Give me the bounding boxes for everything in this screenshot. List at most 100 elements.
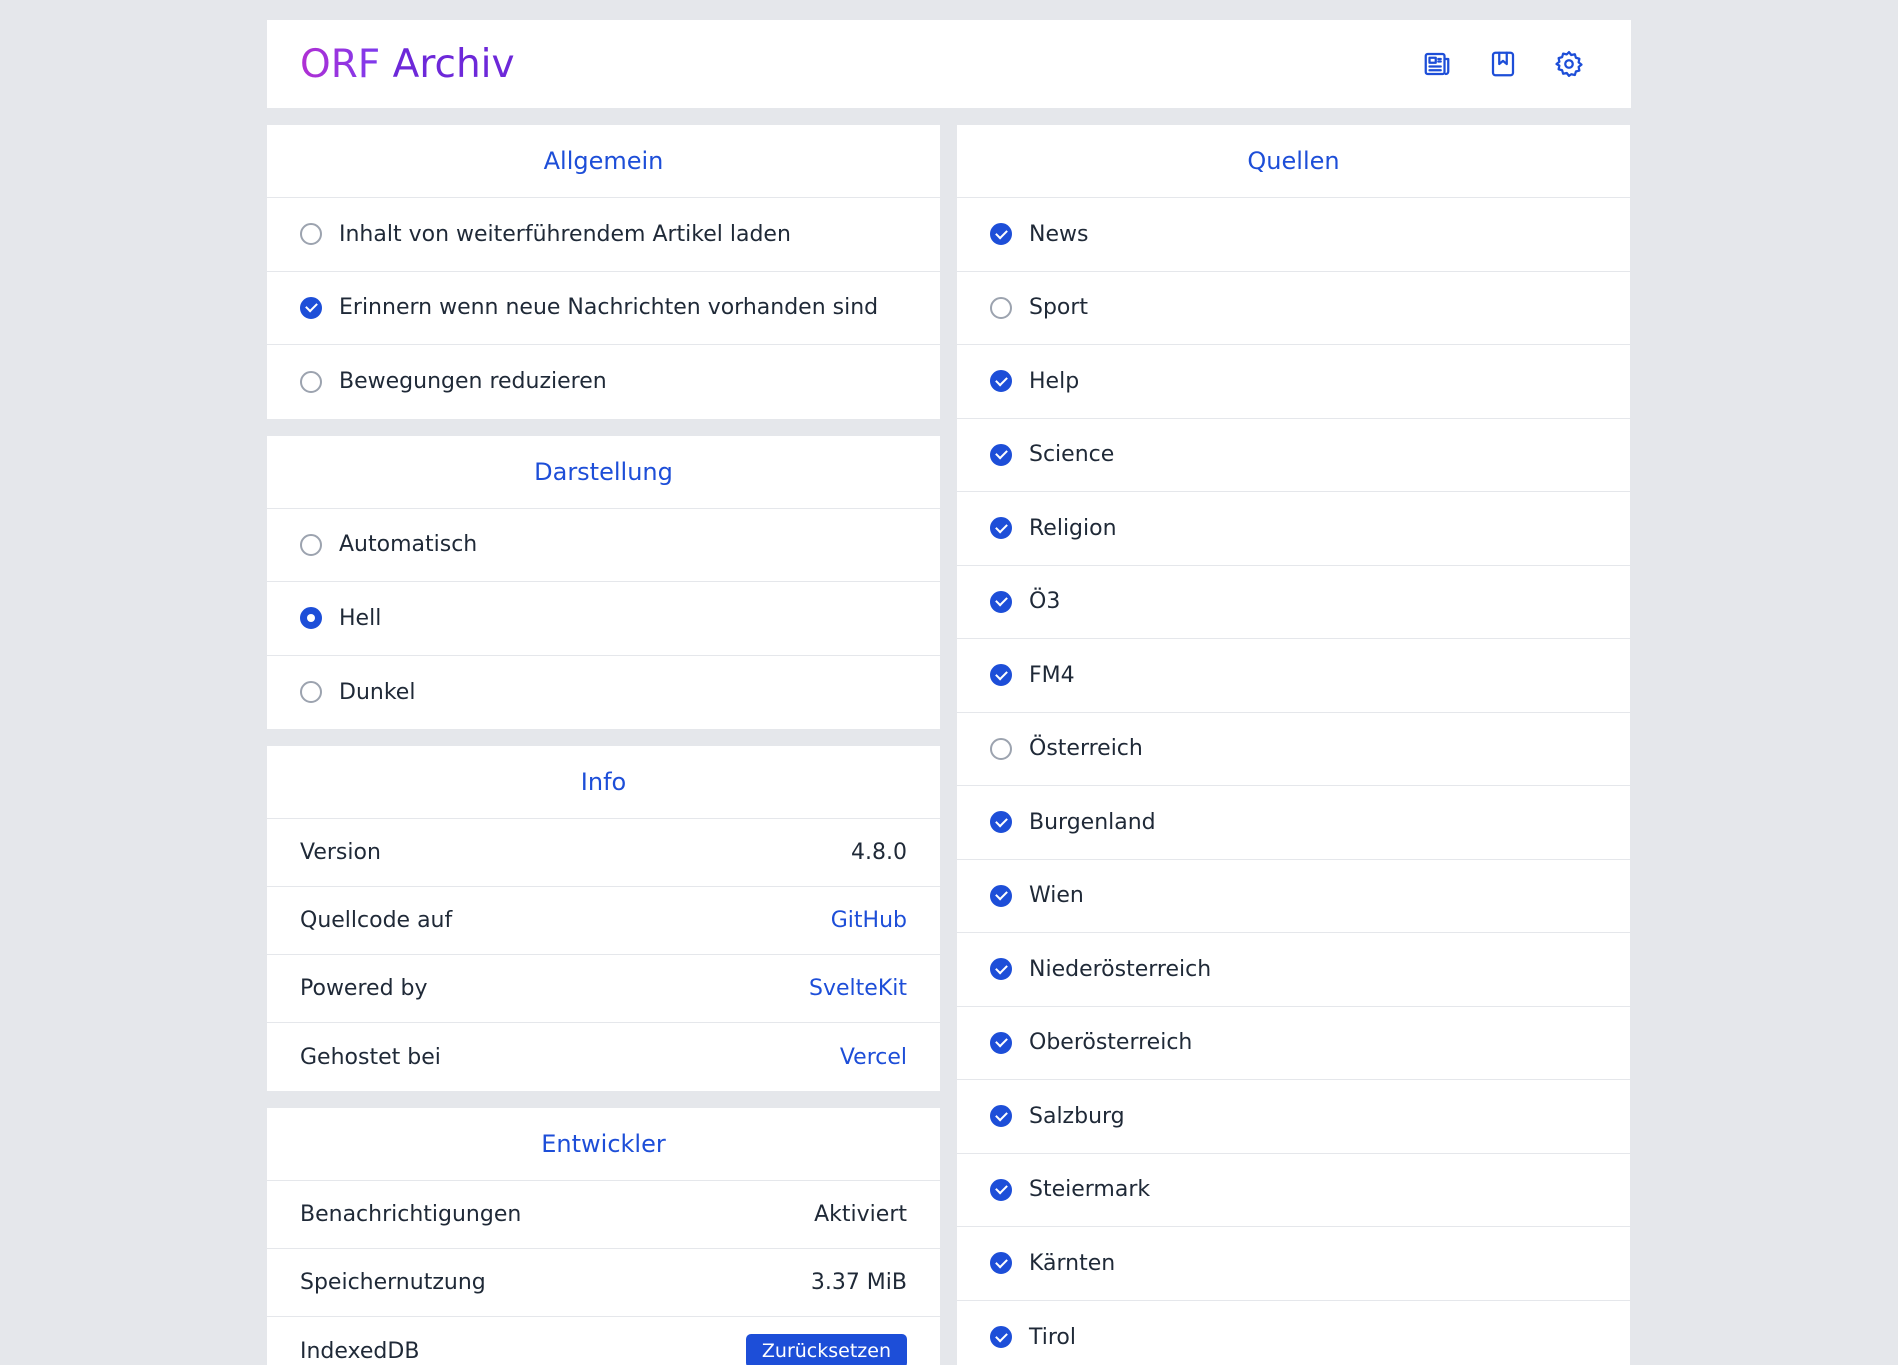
vercel-link[interactable]: Vercel bbox=[840, 1045, 907, 1070]
info-row-version: Version 4.8.0 bbox=[267, 819, 940, 887]
source-option[interactable]: Tirol bbox=[957, 1301, 1630, 1365]
reset-indexeddb-button[interactable]: Zurücksetzen bbox=[745, 1334, 907, 1365]
option-label: Erinnern wenn neue Nachrichten vorhanden… bbox=[339, 295, 879, 321]
info-row-source: Quellcode auf GitHub bbox=[267, 887, 940, 955]
source-option[interactable]: Religion bbox=[957, 492, 1630, 566]
option-label: Ö3 bbox=[1029, 589, 1061, 615]
option-label: Österreich bbox=[1029, 736, 1143, 762]
checkbox[interactable] bbox=[300, 296, 322, 319]
card-entwickler: Entwickler Benachrichtigungen Aktiviert … bbox=[267, 1108, 940, 1365]
dev-row-indexeddb: IndexedDB Zurücksetzen bbox=[267, 1317, 940, 1365]
checkbox[interactable] bbox=[300, 370, 322, 393]
option-label: News bbox=[1029, 221, 1089, 247]
option-label: Automatisch bbox=[339, 532, 478, 558]
checkbox[interactable] bbox=[990, 884, 1012, 907]
checkbox[interactable] bbox=[990, 1252, 1012, 1275]
allgemein-options: Inhalt von weiterführendem Artikel laden… bbox=[267, 198, 940, 419]
dev-row-storage: Speichernutzung 3.37 MiB bbox=[267, 1249, 940, 1317]
source-option[interactable]: FM4 bbox=[957, 639, 1630, 713]
header-nav bbox=[1422, 49, 1584, 79]
option-label: Bewegungen reduzieren bbox=[339, 369, 607, 395]
theme-option[interactable]: Dunkel bbox=[267, 656, 940, 730]
checkbox[interactable] bbox=[990, 1178, 1012, 1201]
checkbox[interactable] bbox=[990, 737, 1012, 760]
info-key: Powered by bbox=[300, 976, 428, 1001]
option-label: Steiermark bbox=[1029, 1177, 1151, 1203]
checkbox[interactable] bbox=[990, 296, 1012, 319]
dev-key: Benachrichtigungen bbox=[300, 1202, 522, 1227]
sveltekit-link[interactable]: SvelteKit bbox=[809, 976, 907, 1001]
source-option[interactable]: Burgenland bbox=[957, 786, 1630, 860]
source-option[interactable]: Kärnten bbox=[957, 1227, 1630, 1301]
setting-option[interactable]: Erinnern wenn neue Nachrichten vorhanden… bbox=[267, 272, 940, 345]
checkbox[interactable] bbox=[990, 1031, 1012, 1054]
option-label: Tirol bbox=[1029, 1324, 1077, 1350]
card-quellen: Quellen News Sport Help Science Religion Ö3 FM… bbox=[957, 125, 1630, 1365]
option-label: Salzburg bbox=[1029, 1103, 1125, 1129]
card-title: Quellen bbox=[957, 125, 1630, 198]
checkbox[interactable] bbox=[300, 223, 322, 246]
checkbox[interactable] bbox=[990, 1105, 1012, 1128]
source-option[interactable]: Salzburg bbox=[957, 1080, 1630, 1154]
option-label: Sport bbox=[1029, 295, 1089, 321]
source-option[interactable]: Ö3 bbox=[957, 566, 1630, 639]
checkbox[interactable] bbox=[990, 664, 1012, 687]
github-link[interactable]: GitHub bbox=[831, 908, 907, 933]
card-darstellung: Darstellung Automatisch Hell Dunkel bbox=[267, 435, 940, 730]
source-option[interactable]: Wien bbox=[957, 860, 1630, 933]
option-label: Niederösterreich bbox=[1029, 956, 1212, 982]
source-option[interactable]: Oberösterreich bbox=[957, 1007, 1630, 1080]
app-logo[interactable]: ORF Archiv bbox=[300, 42, 515, 87]
source-option[interactable]: News bbox=[957, 198, 1630, 272]
source-option[interactable]: Science bbox=[957, 419, 1630, 492]
info-row-hosted: Gehostet bei Vercel bbox=[267, 1023, 940, 1091]
option-label: Oberösterreich bbox=[1029, 1030, 1193, 1056]
card-info: Info Version 4.8.0 Quellcode auf GitHub … bbox=[267, 746, 940, 1091]
brand-orf: ORF bbox=[300, 41, 381, 87]
info-key: Quellcode auf bbox=[300, 908, 453, 933]
card-title: Entwickler bbox=[267, 1108, 940, 1181]
option-label: Dunkel bbox=[339, 679, 416, 705]
theme-option[interactable]: Automatisch bbox=[267, 509, 940, 582]
option-label: Hell bbox=[339, 605, 382, 631]
info-key: Version bbox=[300, 840, 381, 865]
option-label: Burgenland bbox=[1029, 809, 1156, 835]
info-key: Gehostet bei bbox=[300, 1044, 441, 1070]
radio-button[interactable] bbox=[300, 681, 322, 704]
radio-button[interactable] bbox=[300, 607, 322, 630]
checkbox[interactable] bbox=[990, 370, 1012, 393]
app-header: ORF Archiv bbox=[267, 20, 1631, 108]
radio-button[interactable] bbox=[300, 533, 322, 556]
checkbox[interactable] bbox=[990, 1326, 1012, 1349]
dev-key: IndexedDB bbox=[300, 1338, 420, 1364]
checkbox[interactable] bbox=[990, 223, 1012, 246]
source-option[interactable]: Österreich bbox=[957, 713, 1630, 786]
checkbox[interactable] bbox=[990, 517, 1012, 540]
checkbox[interactable] bbox=[990, 590, 1012, 613]
darstellung-options: Automatisch Hell Dunkel bbox=[267, 509, 940, 730]
news-icon[interactable] bbox=[1422, 49, 1452, 79]
dev-key: Speichernutzung bbox=[300, 1270, 486, 1295]
card-title: Darstellung bbox=[267, 436, 940, 509]
option-label: Science bbox=[1029, 442, 1115, 468]
source-option[interactable]: Steiermark bbox=[957, 1154, 1630, 1227]
setting-option[interactable]: Bewegungen reduzieren bbox=[267, 345, 940, 419]
checkbox[interactable] bbox=[990, 443, 1012, 466]
source-option[interactable]: Sport bbox=[957, 272, 1630, 345]
card-allgemein: Allgemein Inhalt von weiterführendem Art… bbox=[267, 125, 940, 419]
checkbox[interactable] bbox=[990, 958, 1012, 981]
card-title: Info bbox=[267, 746, 940, 819]
settings-icon[interactable] bbox=[1554, 49, 1584, 79]
option-label: Wien bbox=[1029, 883, 1084, 909]
theme-option[interactable]: Hell bbox=[267, 582, 940, 656]
checkbox[interactable] bbox=[990, 811, 1012, 834]
info-value: 4.8.0 bbox=[851, 840, 907, 865]
source-option[interactable]: Help bbox=[957, 345, 1630, 419]
right-column: Quellen News Sport Help Science Religion Ö3 FM… bbox=[957, 125, 1630, 1365]
setting-option[interactable]: Inhalt von weiterführendem Artikel laden bbox=[267, 198, 940, 272]
source-option[interactable]: Niederösterreich bbox=[957, 933, 1630, 1007]
bookmark-icon[interactable] bbox=[1488, 49, 1518, 79]
card-title: Allgemein bbox=[267, 125, 940, 198]
dev-row-notifications: Benachrichtigungen Aktiviert bbox=[267, 1181, 940, 1249]
option-label: Kärnten bbox=[1029, 1250, 1116, 1276]
